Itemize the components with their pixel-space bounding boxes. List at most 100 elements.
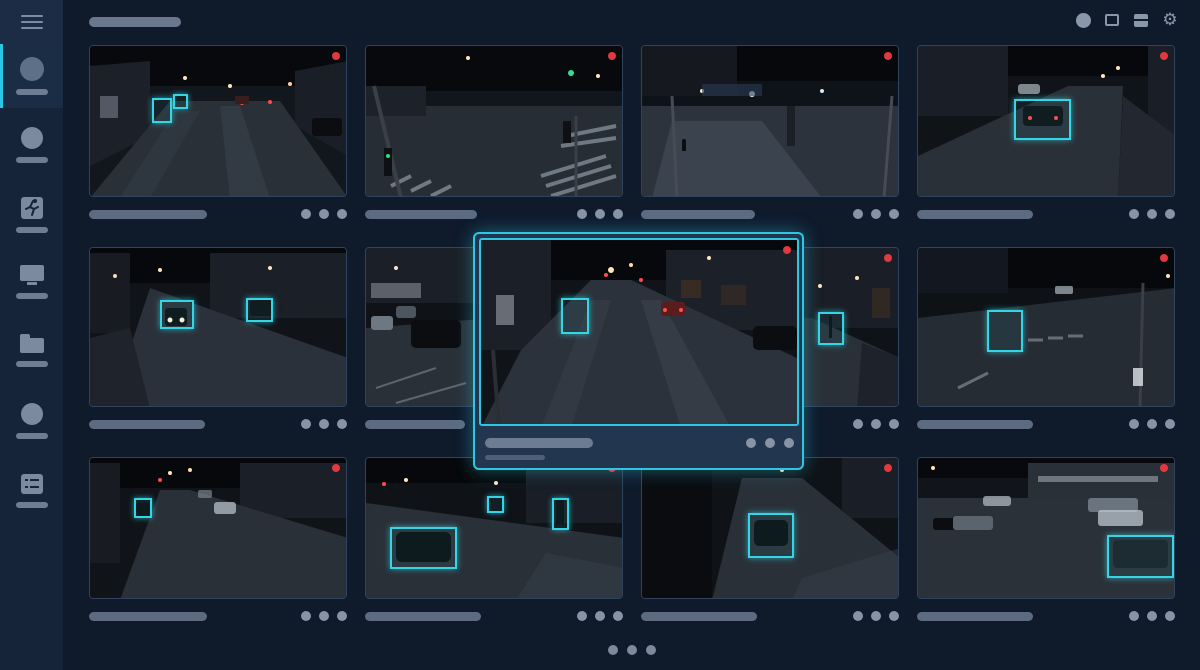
camera-tile[interactable] bbox=[365, 457, 623, 622]
camera-label bbox=[89, 420, 205, 429]
recording-indicator bbox=[1160, 464, 1168, 472]
camera-actions[interactable] bbox=[301, 209, 347, 219]
camera-feed[interactable] bbox=[365, 45, 623, 197]
camera-tile[interactable] bbox=[365, 45, 623, 220]
dot-icon bbox=[1165, 611, 1175, 621]
dot-icon bbox=[1129, 209, 1139, 219]
focused-camera-feed[interactable] bbox=[479, 238, 799, 426]
camera-footer bbox=[917, 208, 1175, 220]
circle-icon bbox=[20, 127, 43, 149]
sidebar-item-files[interactable] bbox=[0, 318, 63, 382]
camera-tile[interactable] bbox=[917, 247, 1175, 430]
recording-indicator bbox=[332, 52, 340, 60]
camera-tile[interactable] bbox=[641, 45, 899, 220]
camera-actions[interactable] bbox=[853, 419, 899, 429]
camera-feed[interactable] bbox=[641, 457, 899, 599]
camera-feed[interactable] bbox=[917, 247, 1175, 407]
sidebar-item-6[interactable] bbox=[0, 389, 63, 453]
dot-icon bbox=[577, 611, 587, 621]
camera-label bbox=[89, 210, 207, 219]
dot-icon bbox=[337, 209, 347, 219]
sidebar-item-monitor[interactable] bbox=[0, 250, 63, 314]
gear-icon: ⚙ bbox=[1162, 10, 1178, 30]
camera-label bbox=[917, 420, 1033, 429]
camera-feed[interactable] bbox=[917, 457, 1175, 599]
sidebar-item-label bbox=[15, 89, 48, 95]
detection-box bbox=[561, 298, 589, 334]
page-dot[interactable] bbox=[627, 645, 637, 655]
camera-tile[interactable] bbox=[89, 247, 347, 430]
camera-actions[interactable] bbox=[577, 611, 623, 621]
menu-button[interactable] bbox=[0, 0, 63, 44]
page-title bbox=[89, 17, 181, 27]
detection-box bbox=[390, 527, 457, 569]
camera-tile[interactable] bbox=[641, 457, 899, 622]
circle-icon bbox=[19, 57, 44, 81]
folder-icon bbox=[19, 333, 44, 353]
camera-label bbox=[89, 612, 207, 621]
folder-icon bbox=[1105, 14, 1119, 26]
layout-icon bbox=[1134, 13, 1148, 27]
recording-indicator bbox=[783, 246, 791, 254]
camera-label bbox=[917, 210, 1033, 219]
camera-actions[interactable] bbox=[1129, 419, 1175, 429]
camera-feed[interactable] bbox=[89, 45, 347, 197]
page-dot[interactable] bbox=[646, 645, 656, 655]
camera-actions[interactable] bbox=[301, 611, 347, 621]
dot-icon bbox=[765, 438, 775, 448]
status-button[interactable] bbox=[1075, 12, 1091, 28]
recording-indicator bbox=[884, 254, 892, 262]
page-dot[interactable] bbox=[608, 645, 618, 655]
circle-icon bbox=[1075, 12, 1091, 28]
recording-indicator bbox=[884, 52, 892, 60]
camera-actions[interactable] bbox=[577, 209, 623, 219]
dot-icon bbox=[853, 419, 863, 429]
monitor-icon bbox=[19, 265, 44, 285]
camera-actions[interactable] bbox=[853, 209, 899, 219]
dot-icon bbox=[337, 611, 347, 621]
camera-footer bbox=[89, 418, 347, 430]
dot-icon bbox=[577, 209, 587, 219]
camera-tile[interactable] bbox=[89, 457, 347, 622]
camera-actions[interactable] bbox=[1129, 209, 1175, 219]
sidebar-item-label bbox=[15, 360, 48, 367]
camera-feed[interactable] bbox=[917, 45, 1175, 197]
files-button[interactable] bbox=[1104, 12, 1120, 28]
detection-box bbox=[160, 300, 194, 329]
sidebar-item-2[interactable] bbox=[0, 113, 63, 177]
focused-camera-label bbox=[485, 438, 593, 448]
recording-indicator bbox=[1160, 52, 1168, 60]
camera-feed[interactable] bbox=[89, 457, 347, 599]
sidebar-item-label bbox=[15, 227, 48, 233]
recording-indicator bbox=[332, 464, 340, 472]
camera-tile[interactable] bbox=[917, 457, 1175, 622]
focused-camera-actions[interactable] bbox=[746, 438, 794, 448]
camera-actions[interactable] bbox=[301, 419, 347, 429]
detection-box bbox=[246, 298, 273, 322]
camera-tile[interactable] bbox=[89, 45, 347, 220]
sidebar-item-list[interactable] bbox=[0, 459, 63, 523]
focused-camera-sublabel bbox=[485, 455, 545, 460]
camera-actions[interactable] bbox=[1129, 611, 1175, 621]
circle-icon bbox=[20, 403, 43, 425]
recording-indicator bbox=[1160, 254, 1168, 262]
camera-feed[interactable] bbox=[641, 45, 899, 197]
dot-icon bbox=[595, 611, 605, 621]
camera-feed[interactable] bbox=[89, 247, 347, 407]
camera-footer bbox=[641, 610, 899, 622]
sidebar-item-live[interactable] bbox=[0, 44, 63, 108]
detection-box bbox=[173, 94, 188, 109]
sidebar-item-activity[interactable] bbox=[0, 183, 63, 247]
dot-icon bbox=[337, 419, 347, 429]
dot-icon bbox=[853, 209, 863, 219]
dot-icon bbox=[889, 419, 899, 429]
settings-button[interactable]: ⚙ bbox=[1162, 10, 1178, 30]
layout-button[interactable] bbox=[1133, 12, 1149, 28]
detection-box bbox=[152, 98, 172, 123]
camera-footer bbox=[641, 208, 899, 220]
camera-tile[interactable] bbox=[917, 45, 1175, 220]
focused-camera-tile[interactable] bbox=[473, 232, 804, 470]
camera-feed[interactable] bbox=[365, 457, 623, 599]
camera-actions[interactable] bbox=[853, 611, 899, 621]
dot-icon bbox=[301, 611, 311, 621]
